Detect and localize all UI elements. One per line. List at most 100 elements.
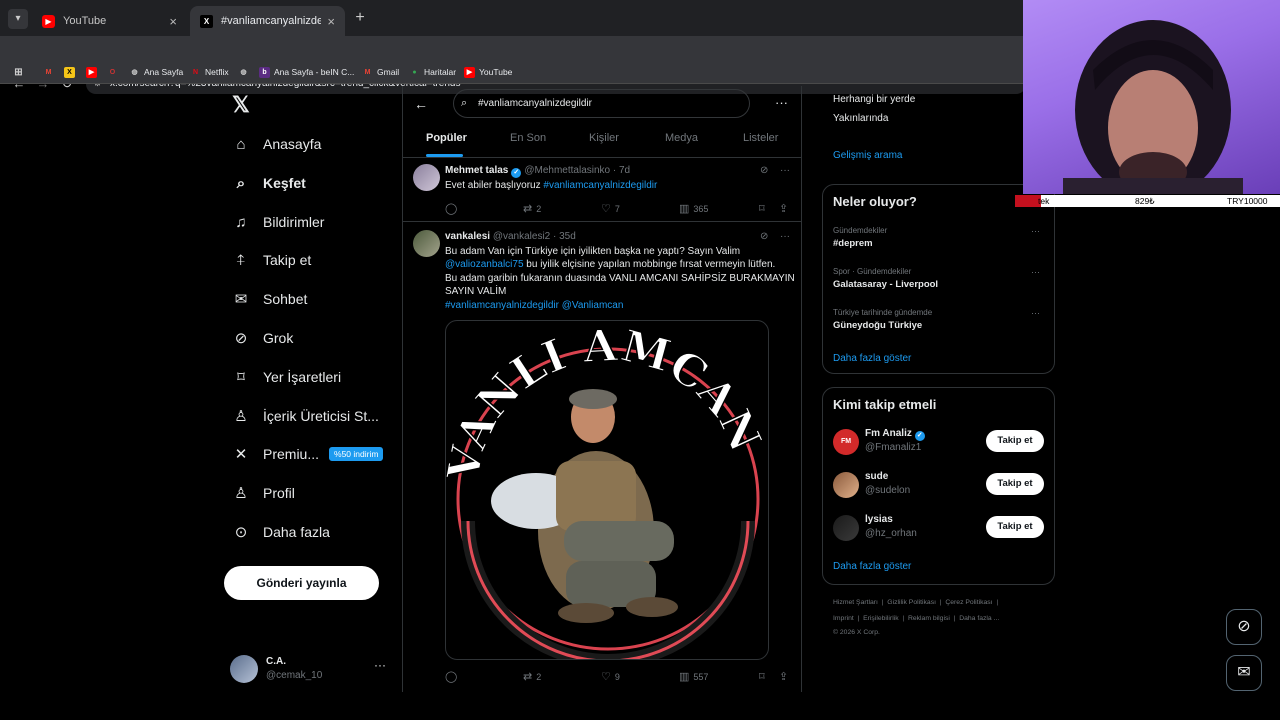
sidebar-item-chat[interactable]: ✉ Sohbet <box>230 284 308 314</box>
footer-link-terms[interactable]: Hizmet Şartları <box>833 599 878 606</box>
trend-name[interactable]: Galatasaray - Liverpool <box>833 279 938 290</box>
post-button[interactable]: Gönderi yayınla <box>224 566 379 600</box>
bookmark-netflix[interactable]: N Netflix <box>190 60 229 84</box>
x-logo-icon: X <box>200 14 213 28</box>
avatar[interactable]: FM <box>833 429 859 455</box>
avatar[interactable] <box>413 164 440 191</box>
tab-people[interactable]: Kişiler <box>589 132 619 144</box>
retweet-button[interactable]: ⇄ 2 <box>523 202 541 215</box>
search-input[interactable]: ⌕ #vanliamcanyalnizdegildir <box>453 89 750 118</box>
avatar[interactable] <box>413 230 440 257</box>
trends-title: Neler oluyor? <box>833 194 917 209</box>
footer-link-more[interactable]: Daha fazla ... <box>959 615 999 622</box>
show-more-link[interactable]: Daha fazla göster <box>833 561 911 572</box>
ticker-amount: 829₺ <box>1135 196 1155 206</box>
follow-button[interactable]: Takip et <box>986 430 1044 452</box>
mention-link[interactable]: @valiozanbalci75 <box>445 259 524 270</box>
close-tab-icon[interactable]: × <box>327 14 335 29</box>
messages-fab-button[interactable]: ✉ <box>1226 655 1262 691</box>
like-button[interactable]: ♡ 9 <box>601 670 620 683</box>
sidebar-item-explore[interactable]: ⌕ Keşfet <box>230 168 306 198</box>
more-dots-icon[interactable]: ··· <box>374 658 386 672</box>
tweet-author[interactable]: vankalesi @vankalesi2 · 35d <box>445 231 576 242</box>
hashtag-link[interactable]: #vanliamcanyalnizdegildir <box>543 180 657 191</box>
footer-link-ads-info[interactable]: Reklam bilgisi <box>908 615 950 622</box>
reply-button[interactable]: ◯ <box>445 202 461 215</box>
retweet-button[interactable]: ⇄ 2 <box>523 670 541 683</box>
more-options-icon[interactable]: ··· <box>775 95 788 110</box>
views-button[interactable]: ▥ 557 <box>679 670 708 683</box>
avatar[interactable] <box>833 515 859 541</box>
tab-popular[interactable]: Popüler <box>426 132 467 144</box>
location-option-anywhere[interactable]: Herhangi bir yerde <box>833 94 915 105</box>
sidebar-item-bookmarks[interactable]: ⌑ Yer İşaretleri <box>230 362 341 392</box>
close-tab-icon[interactable]: × <box>169 14 177 29</box>
bookmark-ana-sayfa[interactable]: ◍ Ana Sayfa <box>129 60 183 84</box>
opera-icon[interactable]: O <box>107 60 122 84</box>
new-tab-button[interactable]: + <box>350 8 370 28</box>
account-switcher[interactable]: C.A. @cemak_10 ··· <box>230 652 400 686</box>
tab-media[interactable]: Medya <box>665 132 698 144</box>
hashtag-link[interactable]: #vanliamcanyalnizdegildir <box>445 300 559 311</box>
footer-link-accessibility[interactable]: Erişilebilirlik <box>863 615 899 622</box>
sidebar-item-notifications[interactable]: ♫ Bildirimler <box>230 207 324 237</box>
tab-search-button[interactable]: ▾ <box>8 9 28 29</box>
show-more-link[interactable]: Daha fazla göster <box>833 353 911 364</box>
browser-tab-youtube[interactable]: ▶ YouTube × <box>32 6 187 36</box>
sidebar-item-home[interactable]: ⌂ Anasayfa <box>230 129 321 159</box>
advanced-search-link[interactable]: Gelişmiş arama <box>833 150 902 161</box>
globe-icon[interactable]: ◍ <box>238 60 253 84</box>
browser-tab-x[interactable]: X #vanliamcanyalnizdegildir - Ara × <box>190 6 345 36</box>
more-dots-icon[interactable]: ··· <box>1031 308 1040 318</box>
reply-button[interactable]: ◯ <box>445 670 461 683</box>
bookmark-youtube[interactable]: ▶ YouTube <box>464 60 512 84</box>
follow-suggestion[interactable]: lysias @hz_orhan Takip et <box>833 512 1045 546</box>
bookmark-bein[interactable]: b Ana Sayfa - beIN C... <box>259 60 354 84</box>
trend-name[interactable]: Güneydoğu Türkiye <box>833 320 922 331</box>
grok-icon[interactable]: ⊘ <box>760 231 768 242</box>
back-arrow-icon[interactable]: ← <box>414 96 428 112</box>
tweet-image[interactable]: VANLI AMCAN <box>445 320 769 660</box>
sidebar-item-follow[interactable]: ⍏ Takip et <box>230 245 311 275</box>
tab-latest[interactable]: En Son <box>510 132 546 144</box>
more-dots-icon[interactable]: ··· <box>1031 226 1040 236</box>
share-button[interactable]: ⇪ <box>779 202 788 215</box>
apps-icon[interactable]: ⊞ <box>13 60 28 84</box>
sidebar-item-more[interactable]: ⊙ Daha fazla <box>230 517 330 547</box>
mention-link[interactable]: @Vanliamcan <box>562 300 624 311</box>
views-button[interactable]: ▥ 365 <box>679 202 708 215</box>
footer-link-privacy[interactable]: Gizlilik Politikası <box>887 599 936 606</box>
bookmark-gmail[interactable]: M Gmail <box>362 60 400 84</box>
follow-button[interactable]: Takip et <box>986 516 1044 538</box>
location-option-nearby[interactable]: Yakınlarında <box>833 113 888 124</box>
youtube-icon[interactable]: ▶ <box>86 60 101 84</box>
follow-suggestion[interactable]: sude @sudelon Takip et <box>833 469 1045 503</box>
tab-lists[interactable]: Listeler <box>743 132 778 144</box>
yellow-x-icon[interactable]: X <box>64 60 79 84</box>
sidebar-item-premium[interactable]: ✕ Premiu... %50 indirim <box>230 439 384 469</box>
avatar[interactable] <box>833 472 859 498</box>
sidebar-item-creator-studio[interactable]: ♙ İçerik Üreticisi St... <box>230 401 379 431</box>
more-dots-icon[interactable]: ··· <box>780 231 790 242</box>
tweet-text: Bu adam Van için Türkiye için iyilikten … <box>445 246 795 311</box>
grok-fab-button[interactable]: ⊘ <box>1226 609 1262 645</box>
footer-link-imprint[interactable]: Imprint <box>833 615 854 622</box>
gmail-icon[interactable]: M <box>43 60 58 84</box>
sidebar-item-profile[interactable]: ♙ Profil <box>230 478 295 508</box>
follow-button[interactable]: Takip et <box>986 473 1044 495</box>
more-dots-icon[interactable]: ··· <box>1031 267 1040 277</box>
follow-suggestion[interactable]: FM Fm Analiz ✓ @Fmanaliz1 Takip et <box>833 426 1045 460</box>
bookmark-button[interactable]: ⌑ <box>759 670 765 683</box>
bookmark-haritalar[interactable]: ● Haritalar <box>409 60 456 84</box>
like-button[interactable]: ♡ 7 <box>601 202 620 215</box>
bookmark-button[interactable]: ⌑ <box>759 202 765 215</box>
grok-icon[interactable]: ⊘ <box>760 165 768 176</box>
share-button[interactable]: ⇪ <box>779 670 788 683</box>
x-logo-icon[interactable]: 𝕏 <box>232 92 250 118</box>
sidebar-item-grok[interactable]: ⊘ Grok <box>230 323 294 353</box>
trend-name[interactable]: #deprem <box>833 238 873 249</box>
tweet[interactable]: Mehmet talas ✓ @Mehmettalasinko · 7d ⊘ ···… <box>403 158 801 221</box>
footer-link-cookies[interactable]: Çerez Politikası <box>945 599 992 606</box>
tweet-author[interactable]: Mehmet talas ✓ @Mehmettalasinko · 7d <box>445 165 630 178</box>
more-dots-icon[interactable]: ··· <box>780 165 790 176</box>
